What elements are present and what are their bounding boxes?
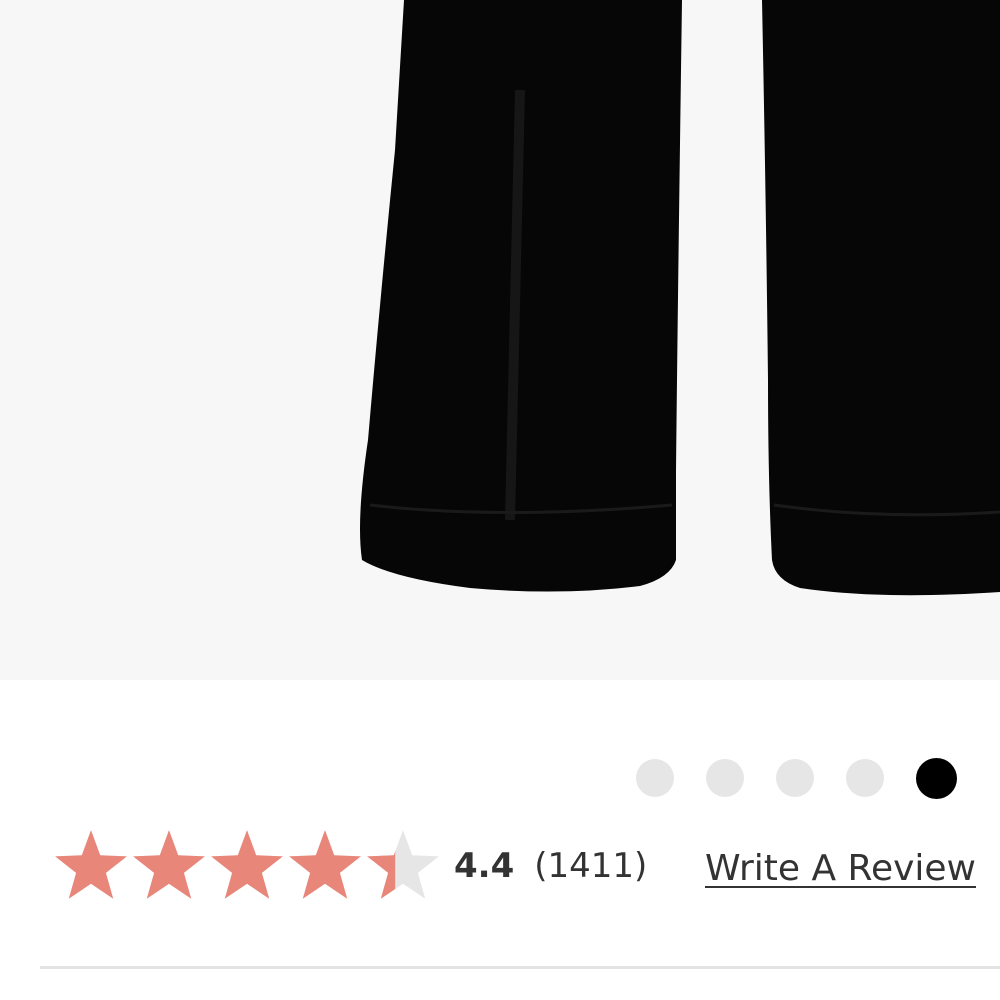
carousel-dot-3[interactable] — [776, 759, 814, 797]
carousel-dot-5-active[interactable] — [916, 757, 957, 799]
write-review-link[interactable]: Write A Review — [705, 848, 976, 889]
product-page: 4.4 (1411) Write A Review — [0, 0, 1000, 1000]
review-count[interactable]: (1411) — [534, 846, 647, 886]
carousel-dots — [636, 757, 957, 799]
star-icon — [289, 830, 361, 899]
carousel-dot-4[interactable] — [846, 759, 884, 797]
star-icon — [133, 830, 205, 899]
star-icon — [211, 830, 283, 899]
star-icon — [367, 830, 439, 899]
product-image[interactable] — [0, 0, 1000, 680]
star-icon — [55, 830, 127, 899]
rating-stars — [52, 827, 442, 905]
rating-summary[interactable]: 4.4 (1411) — [52, 826, 647, 906]
rating-value: 4.4 — [454, 846, 515, 886]
divider — [40, 966, 1000, 969]
carousel-dot-1[interactable] — [636, 759, 674, 797]
carousel-dot-2[interactable] — [706, 759, 744, 797]
pants-illustration — [0, 0, 1000, 680]
